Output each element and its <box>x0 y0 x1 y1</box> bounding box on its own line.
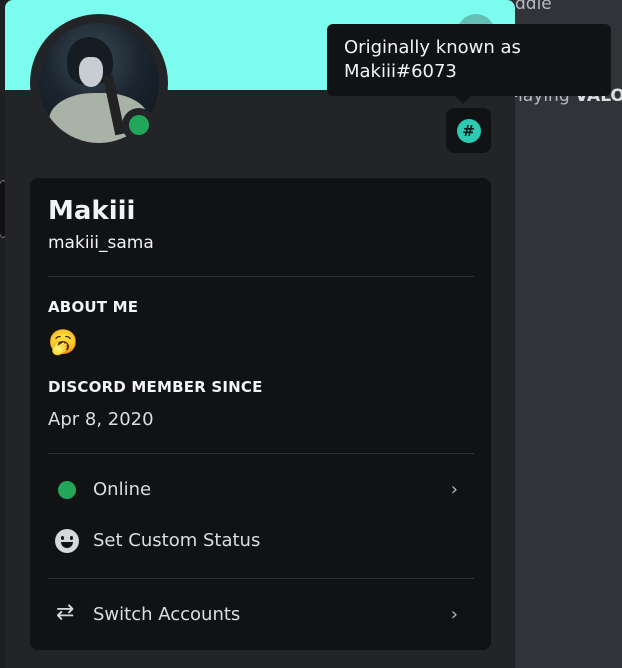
member-since-date: Apr 8, 2020 <box>48 409 154 430</box>
hashtag-icon: # <box>456 118 481 143</box>
divider <box>48 578 474 579</box>
set-custom-status[interactable]: Set Custom Status <box>48 521 474 561</box>
about-me-emoji: 🥱 <box>48 328 78 356</box>
member-since-title: DISCORD MEMBER SINCE <box>48 378 263 396</box>
avatar[interactable] <box>30 14 168 152</box>
badge-tooltip: Originally known as Makiii#6073 <box>327 24 611 104</box>
tooltip-text: Originally known as Makiii#6073 <box>344 37 521 82</box>
background-text: ddle <box>515 0 552 14</box>
smile-icon <box>55 529 79 553</box>
chevron-right-icon: › <box>450 604 458 625</box>
switch-accounts-icon: ⇄ <box>56 600 75 625</box>
set-status-online[interactable]: Online › <box>48 470 474 510</box>
display-name: Makiii <box>48 196 136 226</box>
chevron-right-icon: › <box>450 479 458 500</box>
switch-accounts[interactable]: ⇄ Switch Accounts › <box>48 595 474 635</box>
menu-item-label: Online <box>93 479 152 500</box>
about-me-title: ABOUT ME <box>48 298 139 316</box>
online-status-icon <box>58 481 76 499</box>
profile-card: Makiii makiii_sama ABOUT ME 🥱 DISCORD ME… <box>30 178 491 650</box>
status-indicator <box>122 108 156 142</box>
divider <box>48 453 474 454</box>
divider <box>48 276 474 277</box>
legacy-username-badge[interactable]: # <box>446 108 491 153</box>
online-status-icon <box>129 115 149 135</box>
username: makiii_sama <box>48 233 154 253</box>
menu-item-label: Switch Accounts <box>93 604 241 625</box>
menu-item-label: Set Custom Status <box>93 530 261 551</box>
user-profile-popout: # Makiii makiii_sama ABOUT ME 🥱 DISCORD … <box>5 0 515 668</box>
